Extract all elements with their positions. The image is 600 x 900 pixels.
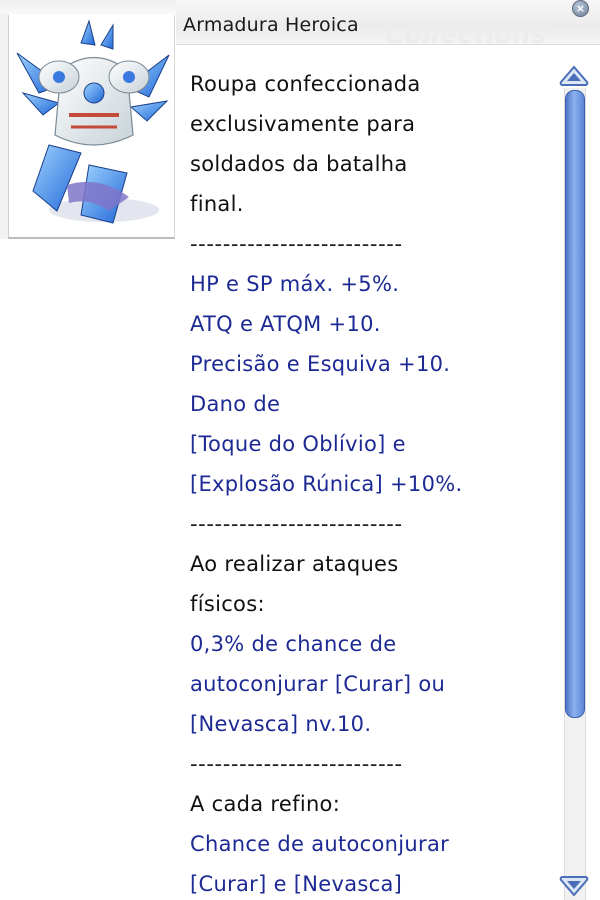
description-line: Roupa confeccionada	[190, 72, 421, 96]
scroll-up-button[interactable]	[559, 64, 589, 90]
window-top-strip	[0, 0, 176, 14]
bonus-line: ATQ e ATQM +10.	[190, 312, 381, 336]
item-description: Roupa confeccionada exclusivamente para …	[190, 64, 552, 900]
bonus-line: [Toque do Oblívio] e	[190, 432, 406, 456]
bonus-line: Precisão e Esquiva +10.	[190, 352, 451, 376]
bonus-line: Dano de	[190, 392, 281, 416]
separator: --------------------------	[190, 232, 403, 256]
item-image-frame	[8, 15, 175, 239]
close-button[interactable]: ×	[572, 0, 589, 17]
effect-header-line: físicos:	[190, 592, 265, 616]
effect-header-line: Ao realizar ataques	[190, 552, 399, 576]
separator: --------------------------	[190, 512, 403, 536]
bonus-line: HP e SP máx. +5%.	[190, 272, 400, 296]
bonus-line: [Explosão Rúnica] +10%.	[190, 472, 463, 496]
close-icon: ×	[575, 2, 586, 15]
scrollbar-thumb[interactable]	[565, 90, 585, 718]
effect-line: [Nevasca] nv.10.	[190, 712, 372, 736]
vertical-scrollbar[interactable]	[556, 60, 592, 900]
refine-header: A cada refino:	[190, 792, 341, 816]
separator: --------------------------	[190, 752, 403, 776]
window-left-gutter	[0, 14, 8, 239]
armor-icon	[16, 19, 170, 224]
refine-effect-line: Chance de autoconjurar	[190, 832, 450, 856]
refine-effect-line: [Curar] e [Nevasca]	[190, 872, 403, 896]
description-line: exclusivamente para	[190, 112, 416, 136]
effect-line: 0,3% de chance de	[190, 632, 397, 656]
arrow-down-icon	[559, 876, 589, 897]
description-line: final.	[190, 192, 244, 216]
item-tooltip-window: Collections Armadura Heroica × Roupa con…	[0, 0, 600, 900]
arrow-up-icon	[559, 65, 589, 86]
scroll-down-button[interactable]	[559, 872, 589, 898]
effect-line: autoconjurar [Curar] ou	[190, 672, 446, 696]
description-line: soldados da batalha	[190, 152, 408, 176]
item-title: Armadura Heroica	[183, 14, 359, 36]
collections-watermark: Collections	[385, 20, 547, 50]
